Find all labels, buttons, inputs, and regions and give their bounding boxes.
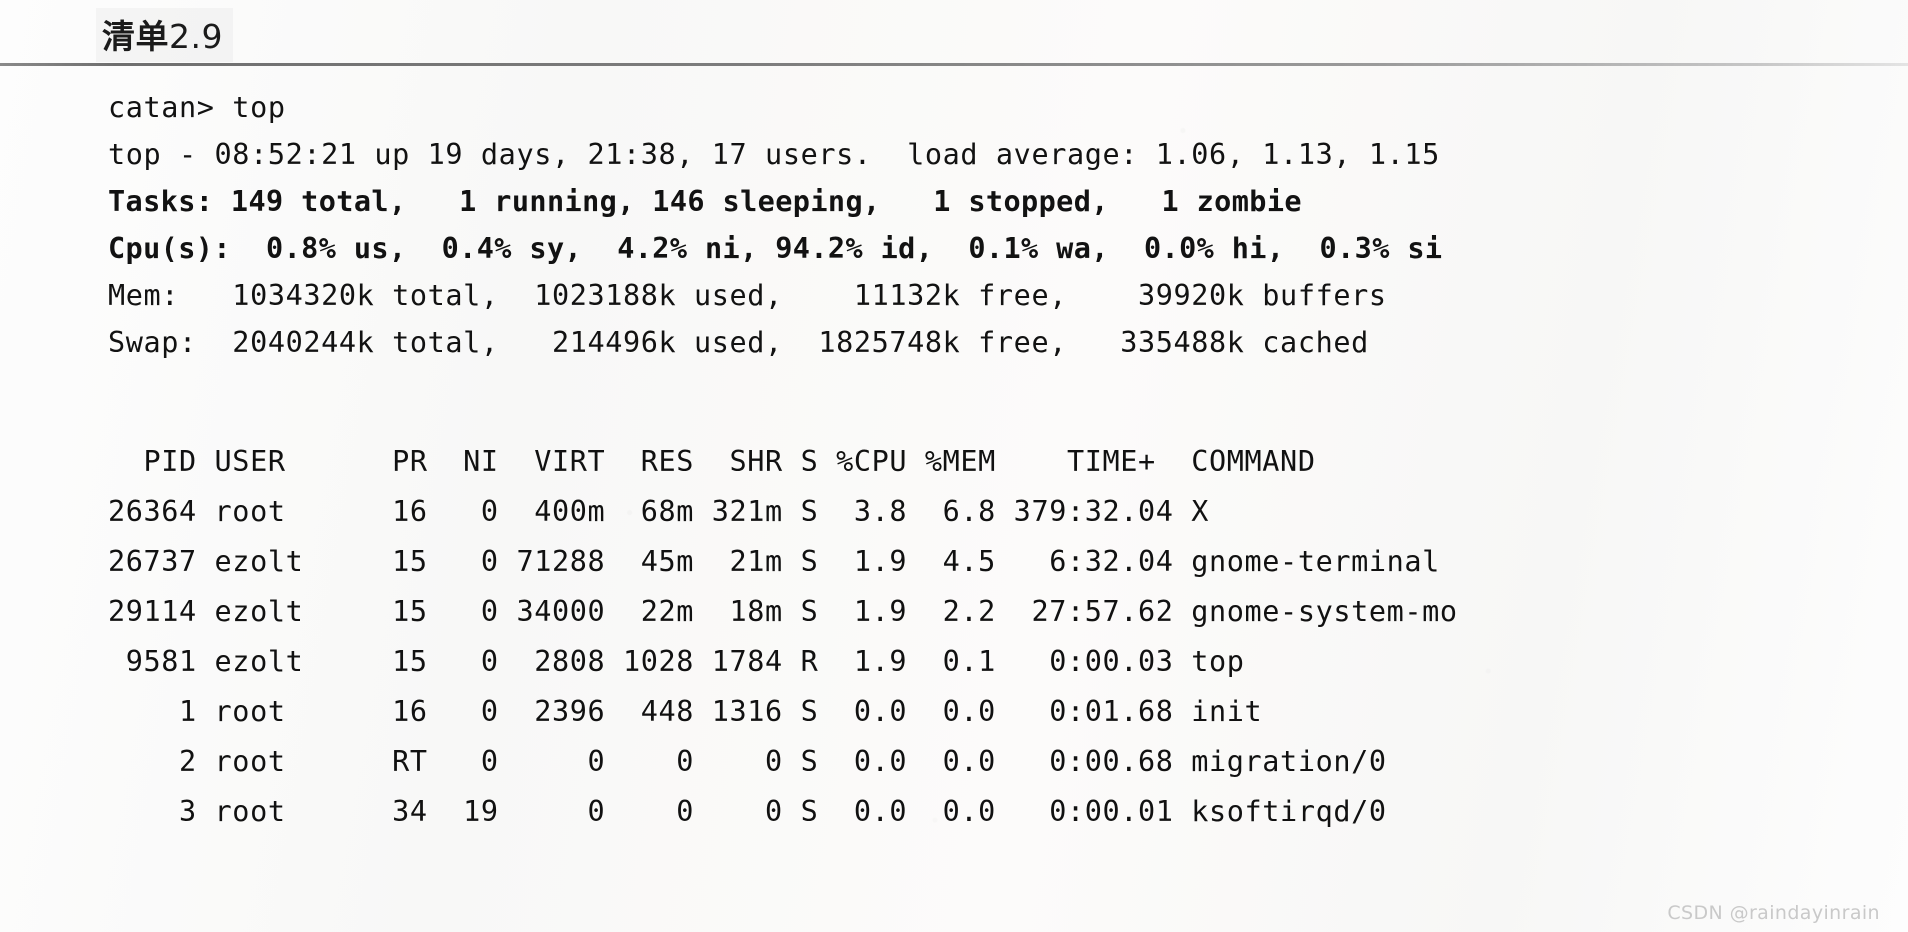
csdn-watermark: CSDN @raindayinrain [1667, 902, 1880, 924]
terminal-output: catan> top top - 08:52:21 up 19 days, 21… [108, 84, 1868, 837]
table-row: 26364 root 16 0 400m 68m 321m S 3.8 6.8 … [108, 495, 1210, 528]
shell-prompt-line: catan> top [108, 91, 286, 124]
table-row: 9581 ezolt 15 0 2808 1028 1784 R 1.9 0.1… [108, 645, 1245, 678]
table-row: 26737 ezolt 15 0 71288 45m 21m S 1.9 4.5… [108, 545, 1440, 578]
process-table-header: PID USER PR NI VIRT RES SHR S %CPU %MEM … [108, 445, 1316, 478]
table-row: 29114 ezolt 15 0 34000 22m 18m S 1.9 2.2… [108, 595, 1458, 628]
top-uptime-line: top - 08:52:21 up 19 days, 21:38, 17 use… [108, 138, 1440, 171]
table-row: 3 root 34 19 0 0 0 S 0.0 0.0 0:00.01 kso… [108, 795, 1387, 828]
table-row: 2 root RT 0 0 0 0 S 0.0 0.0 0:00.68 migr… [108, 745, 1387, 778]
listing-caption-number: 2.9 [169, 17, 223, 56]
top-cpu-line: Cpu(s): 0.8% us, 0.4% sy, 4.2% ni, 94.2%… [108, 232, 1443, 265]
top-swap-line: Swap: 2040244k total, 214496k used, 1825… [108, 326, 1369, 359]
listing-caption-band: 清单2.9 [0, 0, 1908, 62]
listing-caption-label: 清单 [102, 17, 169, 56]
top-tasks-line: Tasks: 149 total, 1 running, 146 sleepin… [108, 185, 1302, 218]
horizontal-rule [0, 63, 1908, 66]
table-row: 1 root 16 0 2396 448 1316 S 0.0 0.0 0:01… [108, 695, 1263, 728]
process-table: PID USER PR NI VIRT RES SHR S %CPU %MEM … [108, 437, 1868, 837]
listing-caption: 清单2.9 [96, 8, 233, 62]
top-mem-line: Mem: 1034320k total, 1023188k used, 1113… [108, 279, 1387, 312]
